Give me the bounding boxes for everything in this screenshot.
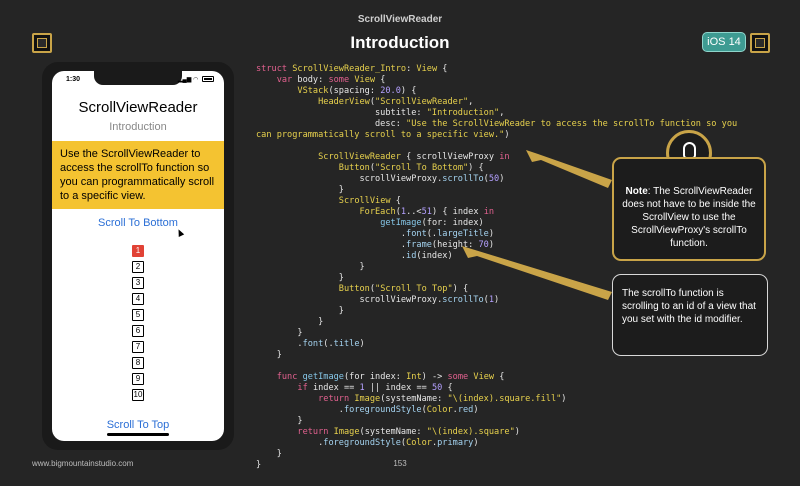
book-section-title: ScrollViewReader: [357, 14, 443, 25]
number-square-icon: 7: [132, 341, 144, 353]
book-logo-icon: [750, 33, 770, 53]
scroll-to-top-button[interactable]: Scroll To Top: [52, 419, 224, 431]
status-time: 1:30: [66, 76, 81, 83]
number-square-icon: 8: [132, 357, 144, 369]
wifi-icon: ◠: [193, 77, 199, 83]
code-listing: struct ScrollViewReader_Intro: View { va…: [256, 64, 738, 470]
number-square-icon: 5: [132, 309, 144, 321]
battery-icon: [202, 76, 214, 83]
number-square-icon: 9: [132, 373, 144, 385]
page-number: 153: [393, 459, 407, 468]
number-square-icon: 4: [132, 293, 144, 305]
ios-version-badge: iOS 14: [702, 32, 746, 52]
home-indicator: [107, 433, 169, 436]
scrollto-callout: The scrollTo function is scrolling to an…: [612, 274, 768, 356]
page-title: Introduction: [350, 33, 450, 52]
app-title: ScrollViewReader: [78, 99, 198, 116]
scroll-to-bottom-button[interactable]: Scroll To Bottom: [52, 217, 224, 229]
number-scroll-view[interactable]: 1234567891011: [52, 245, 224, 405]
description-banner: Use the ScrollViewReader to access the s…: [52, 141, 224, 209]
note-label: Note: [625, 186, 648, 197]
number-square-icon: 6: [132, 325, 144, 337]
number-square-icon: 3: [132, 277, 144, 289]
number-square-icon: 1: [132, 245, 144, 257]
phone-mockup: 1:30 ▂▄▆ ◠ ScrollViewReader Introduction…: [42, 62, 234, 450]
mouse-cursor-icon: [175, 228, 185, 237]
phone-notch: [94, 71, 182, 85]
number-square-icon: 10: [132, 389, 144, 401]
number-square-icon: 2: [132, 261, 144, 273]
note-callout: Note: The ScrollViewReader does not have…: [612, 157, 766, 261]
app-subtitle: Introduction: [109, 121, 167, 133]
status-icons: ▂▄▆ ◠: [178, 76, 214, 83]
signal-icon: ▂▄▆: [177, 77, 192, 83]
phone-screen: 1:30 ▂▄▆ ◠ ScrollViewReader Introduction…: [52, 71, 224, 441]
